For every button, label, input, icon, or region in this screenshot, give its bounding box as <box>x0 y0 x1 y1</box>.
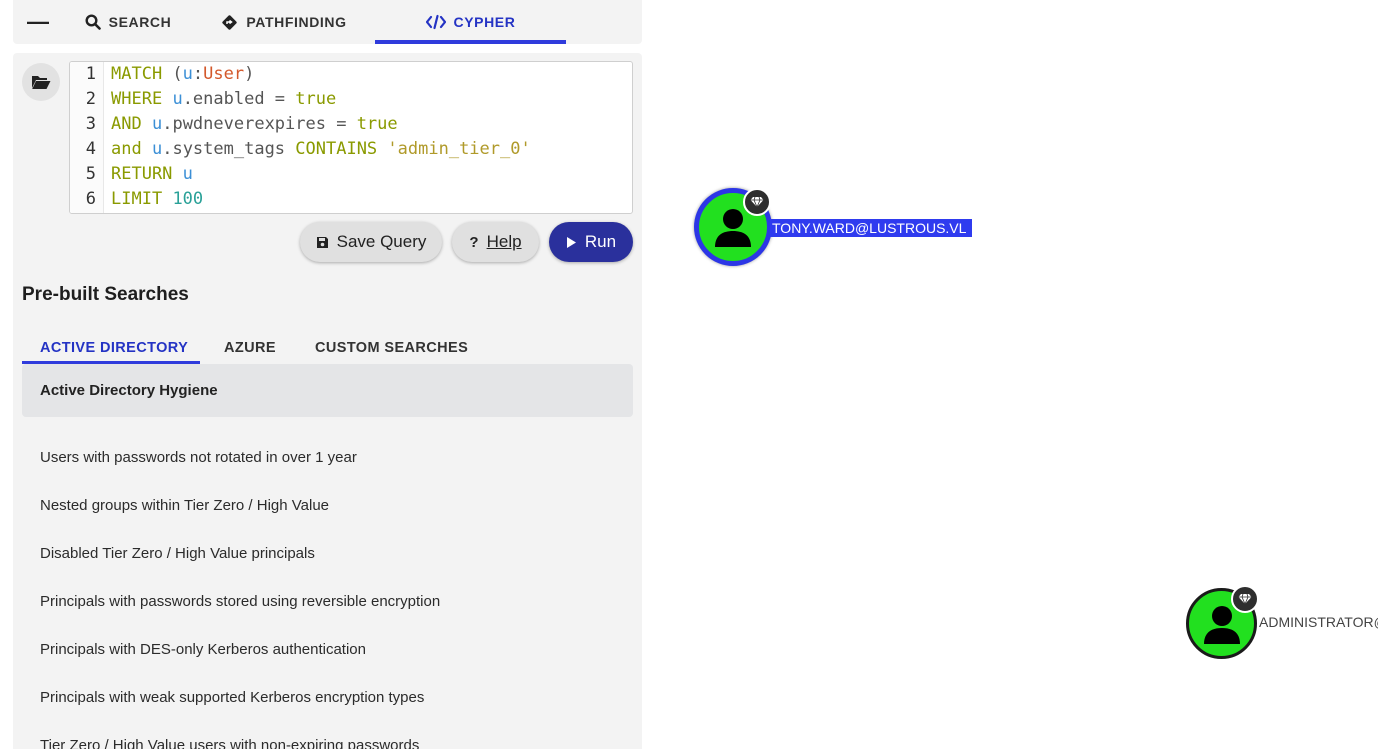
prebuilt-query-item[interactable]: Principals with passwords stored using r… <box>40 590 440 638</box>
gem-icon <box>743 188 771 216</box>
code-token: ( <box>162 64 183 84</box>
code-token: RETURN <box>111 164 173 184</box>
code-icon <box>425 14 446 30</box>
code-token: u <box>172 89 183 109</box>
tab-azure[interactable]: AZURE <box>200 332 291 364</box>
open-saved-queries-button[interactable] <box>22 63 60 101</box>
prebuilt-query-item[interactable]: Principals with weak supported Kerberos … <box>40 686 440 734</box>
code-token: u <box>151 139 163 159</box>
code-token: 100 <box>172 189 204 209</box>
prebuilt-query-item[interactable]: Nested groups within Tier Zero / High Va… <box>40 494 440 542</box>
code-token: : <box>192 64 204 84</box>
code-token: AND <box>111 114 142 134</box>
code-token: MATCH <box>111 64 163 84</box>
prebuilt-query-item[interactable]: Tier Zero / High Value users with non-ex… <box>40 734 440 749</box>
tab-custom-searches[interactable]: CUSTOM SEARCHES <box>291 332 471 364</box>
node-label: TONY.WARD@LUSTROUS.VL <box>770 219 973 237</box>
code-token: User <box>203 64 245 84</box>
code-token: ) <box>244 64 255 84</box>
code-text: RETURN u <box>111 162 193 187</box>
folder-open-icon <box>31 74 51 90</box>
code-text: and u.system_tags CONTAINS 'admin_tier_0… <box>111 137 531 162</box>
diamond-route-icon <box>221 14 238 31</box>
minus-icon: — <box>27 9 49 34</box>
code-token: 'admin_tier_0' <box>387 139 531 159</box>
code-token: true <box>295 89 337 109</box>
top-tab-bar: — SEARCH PATHFINDING CYPHER <box>13 0 642 44</box>
run-button[interactable]: Run <box>549 222 633 262</box>
tab-search-label: SEARCH <box>108 14 172 30</box>
prebuilt-query-item[interactable]: Users with passwords not rotated in over… <box>40 446 440 494</box>
play-icon <box>566 236 577 249</box>
cypher-editor[interactable]: 1 MATCH (u:User) 2 WHERE u.enabled = true 3 A… <box>69 61 633 214</box>
question-icon: ? <box>469 233 479 251</box>
line-number: 3 <box>85 114 96 134</box>
prebuilt-query-item[interactable]: Principals with DES-only Kerberos authen… <box>40 638 440 686</box>
tab-active-directory[interactable]: ACTIVE DIRECTORY <box>22 332 200 364</box>
code-text: AND u.pwdneverexpires = true <box>111 112 398 137</box>
help-button[interactable]: ? Help <box>452 222 539 262</box>
line-number: 1 <box>85 64 96 84</box>
line-number: 2 <box>85 89 96 109</box>
prebuilt-searches-title: Pre-built Searches <box>22 284 189 305</box>
code-token: u <box>182 64 193 84</box>
code-token: true <box>356 114 398 134</box>
code-token: .system_tags <box>162 139 296 159</box>
search-icon <box>85 14 101 30</box>
code-token: u <box>182 164 193 184</box>
save-query-label: Save Query <box>336 232 427 251</box>
line-number: 4 <box>85 139 96 159</box>
code-token: and <box>111 139 142 159</box>
code-text: LIMIT 100 <box>111 187 203 212</box>
code-text: MATCH (u:User) <box>111 62 254 87</box>
cypher-panel: 1 MATCH (u:User) 2 WHERE u.enabled = true 3 A… <box>13 53 642 749</box>
code-token: .enabled = <box>182 89 296 109</box>
prebuilt-query-list: Users with passwords not rotated in over… <box>40 446 440 749</box>
code-token: u <box>151 114 163 134</box>
save-icon <box>316 236 329 249</box>
line-number: 5 <box>85 164 96 184</box>
tab-search[interactable]: SEARCH <box>63 0 193 44</box>
code-token: WHERE <box>111 89 163 109</box>
node-label: ADMINISTRATOR@ <box>1259 614 1378 630</box>
tab-cypher-label: CYPHER <box>453 14 516 30</box>
tab-pathfinding-label: PATHFINDING <box>246 14 347 30</box>
category-header[interactable]: Active Directory Hygiene <box>22 364 633 417</box>
help-label: Help <box>486 232 522 251</box>
tab-cypher[interactable]: CYPHER <box>375 0 566 44</box>
code-text: WHERE u.enabled = true <box>111 87 336 112</box>
collapse-panel-button[interactable]: — <box>13 0 63 44</box>
tab-pathfinding[interactable]: PATHFINDING <box>193 0 375 44</box>
code-token: CONTAINS <box>295 139 378 159</box>
prebuilt-tabs: ACTIVE DIRECTORY AZURE CUSTOM SEARCHES <box>22 332 471 364</box>
code-token: LIMIT <box>111 189 163 209</box>
prebuilt-query-item[interactable]: Disabled Tier Zero / High Value principa… <box>40 542 440 590</box>
line-number: 6 <box>85 189 96 209</box>
gem-icon <box>1231 585 1259 613</box>
run-label: Run <box>584 232 617 251</box>
save-query-button[interactable]: Save Query <box>300 222 442 262</box>
code-token: .pwdneverexpires = <box>162 114 357 134</box>
